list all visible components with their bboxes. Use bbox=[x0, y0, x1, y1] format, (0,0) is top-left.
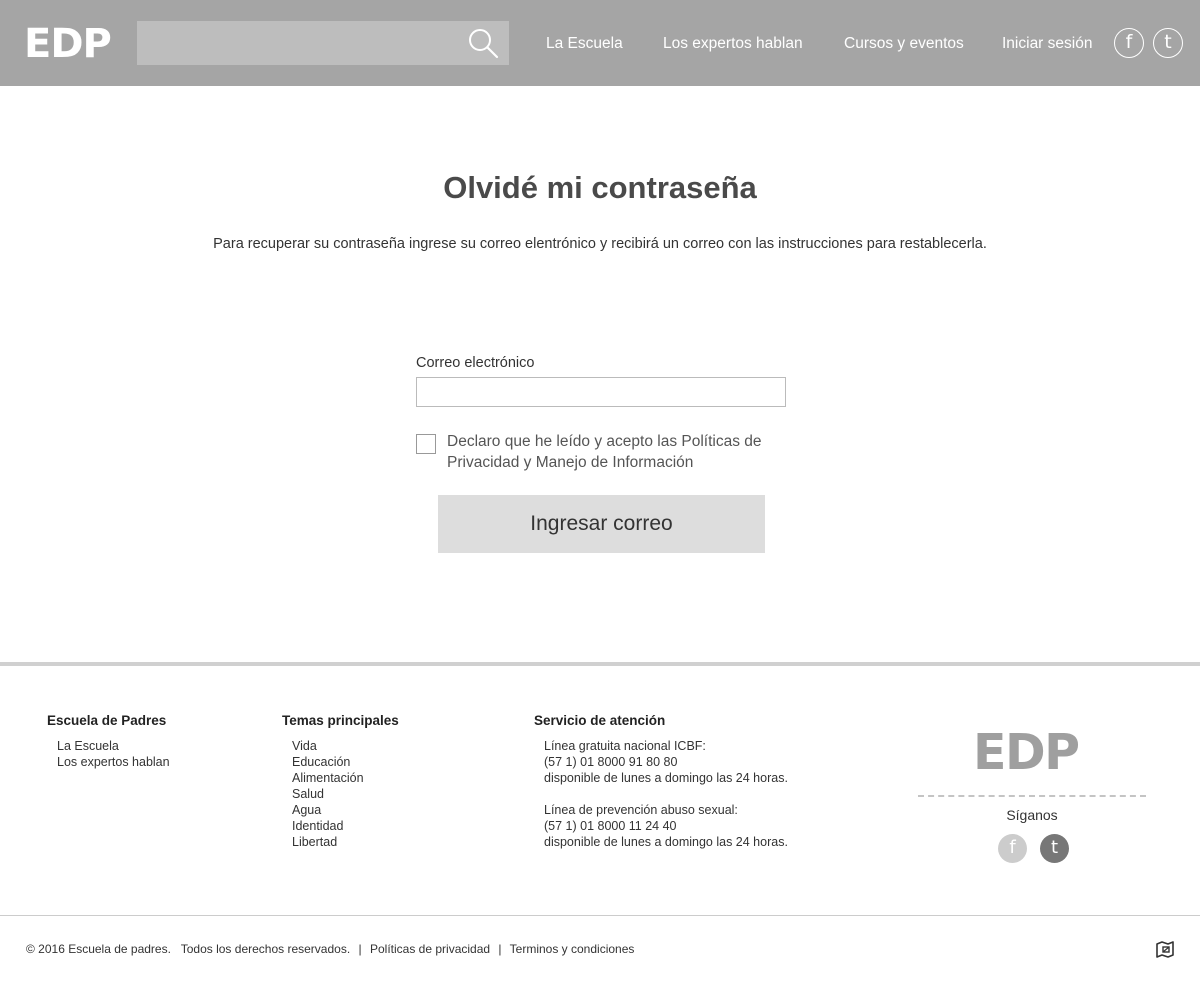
nav-la-escuela[interactable]: La Escuela bbox=[546, 0, 623, 86]
footer-logo-divider bbox=[918, 795, 1146, 797]
service-line-hours: disponible de lunes a domingo las 24 hor… bbox=[544, 771, 788, 785]
footer-link-educacion[interactable]: Educación bbox=[292, 754, 364, 770]
footer-link-agua[interactable]: Agua bbox=[292, 802, 364, 818]
service-line-label: Línea de prevención abuso sexual: bbox=[544, 803, 738, 817]
footer-service-info: Línea gratuita nacional ICBF: (57 1) 01 … bbox=[544, 738, 788, 850]
twitter-icon[interactable]: t bbox=[1153, 28, 1183, 58]
page-subtitle: Para recuperar su contraseña ingrese su … bbox=[213, 236, 987, 252]
privacy-checkbox[interactable] bbox=[416, 434, 436, 454]
footer-divider bbox=[0, 662, 1200, 666]
footer-link-los-expertos-hablan[interactable]: Los expertos hablan bbox=[57, 754, 170, 770]
footer-col-escuela-list: La Escuela Los expertos hablan bbox=[57, 738, 170, 770]
site-header: EDP La Escuela Los expertos hablan Curso… bbox=[0, 0, 1200, 86]
sitemap-icon[interactable] bbox=[1156, 941, 1174, 958]
terms-link[interactable]: Terminos y condiciones bbox=[510, 942, 635, 956]
footer-col-temas-list: Vida Educación Alimentación Salud Agua I… bbox=[292, 738, 364, 850]
submit-email-button[interactable]: Ingresar correo bbox=[438, 495, 765, 553]
service-line-phone: (57 1) 01 8000 91 80 80 bbox=[544, 755, 678, 769]
facebook-icon[interactable]: f bbox=[1114, 28, 1144, 58]
footer-link-libertad[interactable]: Libertad bbox=[292, 834, 364, 850]
rights-text: Todos los derechos reservados. bbox=[180, 942, 351, 956]
email-label: Correo electrónico bbox=[416, 355, 535, 371]
footer-logo: EDP bbox=[973, 724, 1080, 781]
footer-link-vida[interactable]: Vida bbox=[292, 738, 364, 754]
service-line-label: Línea gratuita nacional ICBF: bbox=[544, 739, 706, 753]
footer-link-alimentacion[interactable]: Alimentación bbox=[292, 770, 364, 786]
copyright-text: © 2016 Escuela de padres. bbox=[26, 942, 171, 956]
footer-col-escuela-title: Escuela de Padres bbox=[47, 713, 167, 728]
search-icon[interactable] bbox=[467, 27, 499, 59]
email-field[interactable] bbox=[416, 377, 786, 407]
nav-iniciar-sesion[interactable]: Iniciar sesión bbox=[1002, 0, 1092, 86]
nav-los-expertos-hablan[interactable]: Los expertos hablan bbox=[663, 0, 803, 86]
facebook-icon[interactable]: f bbox=[998, 834, 1027, 863]
search-box bbox=[137, 21, 509, 65]
bottom-legal-bar: © 2016 Escuela de padres. Todos los dere… bbox=[26, 942, 634, 956]
page-title: Olvidé mi contraseña bbox=[443, 170, 757, 205]
footer-link-identidad[interactable]: Identidad bbox=[292, 818, 364, 834]
footer-link-salud[interactable]: Salud bbox=[292, 786, 364, 802]
search-input[interactable] bbox=[137, 21, 457, 65]
site-logo[interactable]: EDP bbox=[24, 24, 112, 64]
footer-link-la-escuela[interactable]: La Escuela bbox=[57, 738, 170, 754]
footer-col-servicio-title: Servicio de atención bbox=[534, 713, 666, 728]
service-line-phone: (57 1) 01 8000 11 24 40 bbox=[544, 819, 677, 833]
footer-col-temas-title: Temas principales bbox=[282, 713, 399, 728]
separator: | bbox=[498, 942, 502, 956]
nav-cursos-y-eventos[interactable]: Cursos y eventos bbox=[844, 0, 964, 86]
separator: | bbox=[358, 942, 362, 956]
follow-us-label: Síganos bbox=[1006, 807, 1058, 823]
privacy-checkbox-label[interactable]: Declaro que he leído y acepto las Políti… bbox=[447, 431, 792, 473]
service-line-hours: disponible de lunes a domingo las 24 hor… bbox=[544, 835, 788, 849]
bottom-divider bbox=[0, 915, 1200, 916]
privacy-policy-link[interactable]: Políticas de privacidad bbox=[370, 942, 490, 956]
twitter-icon[interactable]: t bbox=[1040, 834, 1069, 863]
